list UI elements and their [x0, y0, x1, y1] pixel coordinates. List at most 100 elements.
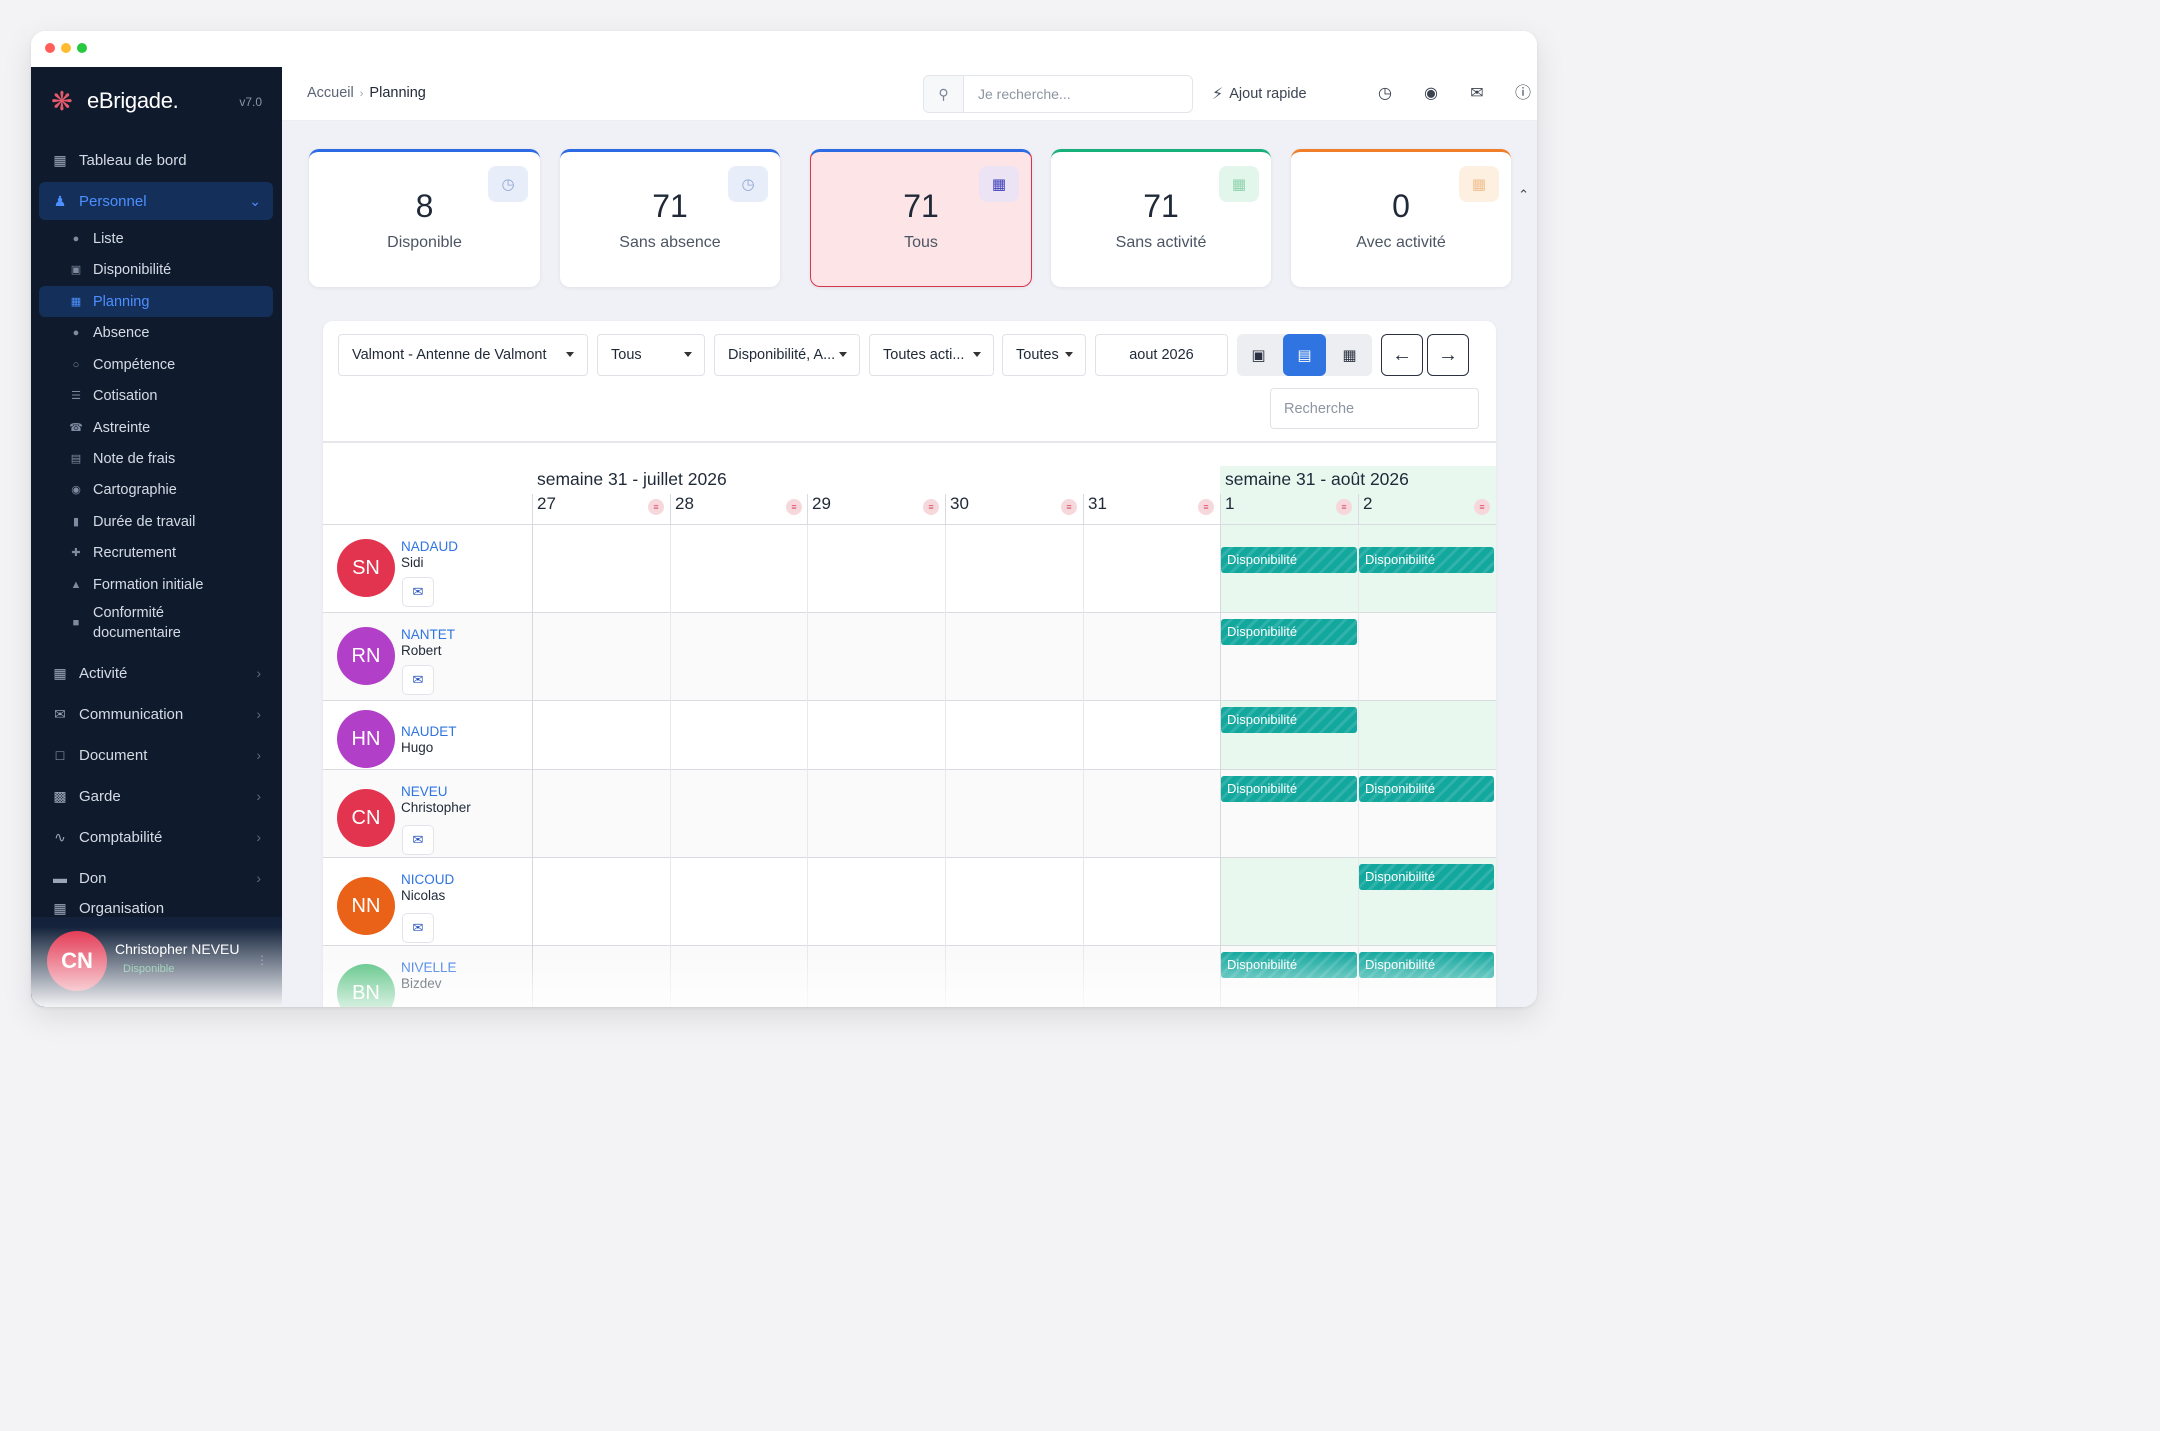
bolt-icon: ⚡ [1212, 86, 1224, 103]
day-settings-icon[interactable]: ≡ [1336, 499, 1352, 515]
stat-card-disponible[interactable]: ◷ 8 Disponible [309, 149, 540, 287]
sidebar-item-personnel[interactable]: ♟ Personnel ⌄ [39, 182, 273, 220]
breadcrumb: Accueil › Planning [307, 85, 426, 101]
more-vertical-icon[interactable]: ⋮ [256, 953, 268, 967]
month-picker[interactable]: aout 2026 [1095, 334, 1228, 376]
current-user-status: Disponible [123, 963, 175, 975]
section-select[interactable]: Valmont - Antenne de Valmont [338, 334, 588, 376]
mail-icon[interactable]: ✉ [1466, 83, 1488, 105]
availability-event[interactable]: Disponibilité [1221, 776, 1357, 802]
subitem-label: Formation initiale [93, 576, 204, 593]
send-mail-button[interactable]: ✉ [402, 577, 434, 607]
sidebar-subitem-recrutement[interactable]: ✚ Recrutement [39, 537, 273, 568]
day-settings-icon[interactable]: ≡ [1474, 499, 1490, 515]
sidebar-subitem-absence[interactable]: ● Absence [39, 317, 273, 348]
clock-icon[interactable]: ◷ [1374, 83, 1396, 105]
day-settings-icon[interactable]: ≡ [786, 499, 802, 515]
day-number: 28 [675, 494, 694, 513]
avatar[interactable]: SN [337, 539, 395, 597]
sidebar-item-document[interactable]: □ Document › [39, 736, 273, 774]
day-settings-icon[interactable]: ≡ [648, 499, 664, 515]
sidebar-subitem-duree-de-travail[interactable]: ▮ Durée de travail [39, 506, 273, 537]
types-select[interactable]: Disponibilité, A... [714, 334, 860, 376]
stat-card-avec-activite[interactable]: ▦ 0 Avec activité [1291, 149, 1511, 287]
sidebar-item-comptabilite[interactable]: ∿ Comptabilité › [39, 818, 273, 856]
month-view-button[interactable]: ▦ [1328, 334, 1371, 376]
day-header: 27 ≡ [532, 494, 670, 524]
avatar[interactable]: BN [337, 964, 395, 1007]
sidebar-subitem-astreinte[interactable]: ☎ Astreinte [39, 412, 273, 443]
person-last-name[interactable]: NEVEU [401, 784, 448, 799]
send-mail-button[interactable]: ✉ [402, 913, 434, 943]
stat-card-sans-activite[interactable]: ▦ 71 Sans activité [1051, 149, 1271, 287]
previous-period-button[interactable]: ← [1381, 334, 1423, 376]
breadcrumb-separator-icon: › [359, 88, 364, 100]
person-last-name[interactable]: NICOUD [401, 872, 454, 887]
sidebar-subitem-cotisation[interactable]: ☰ Cotisation [39, 380, 273, 411]
sidebar-subitem-cartographie[interactable]: ◉ Cartographie [39, 474, 273, 505]
planning-search-input[interactable] [1271, 389, 1478, 428]
search-icon[interactable]: ⚲ [924, 76, 964, 112]
availability-event[interactable]: Disponibilité [1221, 547, 1357, 573]
mail-icon: ✉ [412, 672, 424, 687]
stat-card-sans-absence[interactable]: ◷ 71 Sans absence [560, 149, 780, 287]
maximize-window-button[interactable] [77, 43, 87, 53]
stat-card-tous[interactable]: ▦ 71 Tous [810, 149, 1032, 287]
week-label: semaine 31 - août 2026 [1225, 469, 1409, 489]
subitem-label: Recrutement [93, 544, 177, 561]
person-last-name[interactable]: NADAUD [401, 539, 458, 554]
sidebar-item-tableau-de-bord[interactable]: ▦ Tableau de bord [39, 141, 273, 179]
person-last-name[interactable]: NAUDET [401, 724, 457, 739]
close-window-button[interactable] [45, 43, 55, 53]
sidebar-subitem-formation-initiale[interactable]: ▲ Formation initiale [39, 569, 273, 600]
help-icon[interactable]: ⓘ [1512, 83, 1534, 105]
person-last-name[interactable]: NIVELLE [401, 960, 457, 975]
sidebar-subitem-disponibilite[interactable]: ▣ Disponibilité [39, 254, 273, 285]
current-user-box[interactable]: CN Christopher NEVEU Disponible ⋮ [31, 917, 282, 1007]
map-pin-icon[interactable]: ◉ [1420, 83, 1442, 105]
sidebar-subitem-planning[interactable]: ▦ Planning [39, 286, 273, 317]
day-settings-icon[interactable]: ≡ [1061, 499, 1077, 515]
availability-event[interactable]: Disponibilité [1359, 776, 1494, 802]
avatar[interactable]: RN [337, 627, 395, 685]
availability-event[interactable]: Disponibilité [1221, 952, 1357, 978]
chevron-double-up-icon[interactable]: ⌃ [1518, 187, 1529, 203]
avatar[interactable]: CN [337, 789, 395, 847]
avatar[interactable]: HN [337, 710, 395, 768]
breadcrumb-home-link[interactable]: Accueil [307, 85, 354, 101]
brand[interactable]: ❋ eBrigade. [51, 85, 179, 117]
sidebar-subitem-note-de-frais[interactable]: ▤ Note de frais [39, 443, 273, 474]
user-minus-icon: ● [72, 326, 80, 339]
send-mail-button[interactable]: ✉ [402, 665, 434, 695]
quick-add-button[interactable]: ⚡ Ajout rapide [1212, 84, 1307, 104]
main-content: ◷ 8 Disponible ◷ 71 Sans absence ▦ 71 To… [282, 121, 1537, 1007]
personnel-select[interactable]: Tous [597, 334, 705, 376]
category-select[interactable]: Toutes [1002, 334, 1086, 376]
availability-event[interactable]: Disponibilité [1221, 707, 1357, 733]
sidebar-subitem-liste[interactable]: ● Liste [39, 223, 273, 254]
day-settings-icon[interactable]: ≡ [923, 499, 939, 515]
send-mail-button[interactable]: ✉ [402, 825, 434, 855]
day-view-button[interactable]: ▣ [1237, 334, 1280, 376]
availability-event[interactable]: Disponibilité [1221, 619, 1357, 645]
sidebar-item-garde[interactable]: ▩ Garde › [39, 777, 273, 815]
sidebar-subitem-conformite-documentaire[interactable]: ■ Conformité documentaire [39, 601, 273, 645]
sidebar-subitem-competence[interactable]: ○ Compétence [39, 349, 273, 380]
activities-select[interactable]: Toutes acti... [869, 334, 994, 376]
person-last-name[interactable]: NANTET [401, 627, 455, 642]
minimize-window-button[interactable] [61, 43, 71, 53]
global-search-input[interactable] [964, 76, 1192, 112]
subitem-label: Liste [93, 230, 124, 247]
next-period-button[interactable]: → [1427, 334, 1469, 376]
availability-event[interactable]: Disponibilité [1359, 864, 1494, 890]
sidebar-item-communication[interactable]: ✉ Communication › [39, 695, 273, 733]
day-header: 29 ≡ [807, 494, 945, 524]
day-settings-icon[interactable]: ≡ [1198, 499, 1214, 515]
avatar[interactable]: NN [337, 877, 395, 935]
availability-event[interactable]: Disponibilité [1359, 547, 1494, 573]
calendar-week-icon: ▤ [1297, 347, 1312, 364]
week-view-button[interactable]: ▤ [1283, 334, 1326, 376]
sidebar-item-activite[interactable]: ▦ Activité › [39, 654, 273, 692]
availability-event[interactable]: Disponibilité [1359, 952, 1494, 978]
sidebar-item-don[interactable]: ▬ Don › [39, 859, 273, 897]
